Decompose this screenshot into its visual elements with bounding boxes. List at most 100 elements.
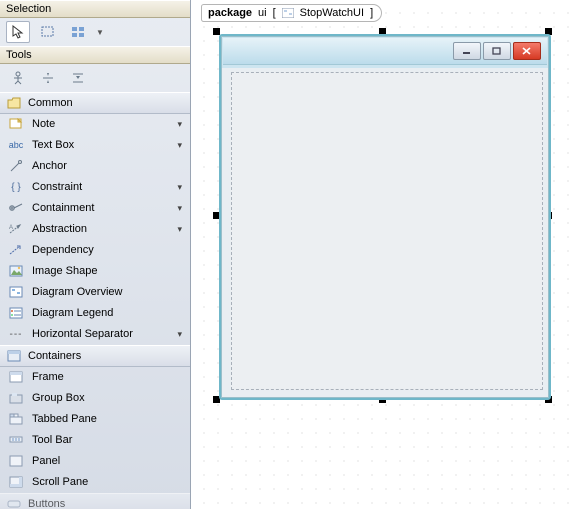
- overview-icon: [8, 285, 24, 299]
- tool-c[interactable]: [66, 67, 90, 89]
- chevron-down-icon: ▾: [177, 140, 182, 151]
- dependency-icon: [8, 243, 24, 257]
- abstraction-icon: A: [8, 222, 24, 236]
- window-controls: [453, 42, 541, 60]
- scrollpane-icon: [8, 475, 24, 489]
- category-containers-header[interactable]: Containers: [0, 345, 190, 367]
- item-label: Image Shape: [32, 265, 97, 277]
- item-abstraction[interactable]: A Abstraction ▾: [0, 219, 190, 240]
- textbox-icon: abc: [8, 138, 24, 152]
- item-groupbox[interactable]: Group Box: [0, 388, 190, 409]
- item-constraint[interactable]: { } Constraint ▾: [0, 177, 190, 198]
- frame-icon: [8, 370, 24, 384]
- constraint-icon: { }: [8, 180, 24, 194]
- minimize-button[interactable]: [453, 42, 481, 60]
- item-imageshape[interactable]: Image Shape: [0, 261, 190, 282]
- dropdown-arrow-icon[interactable]: ▼: [96, 28, 104, 37]
- item-label: Dependency: [32, 244, 94, 256]
- item-label: Group Box: [32, 392, 85, 404]
- diagram-canvas[interactable]: package ui [ StopWatchUI ]: [191, 0, 577, 509]
- anchor-icon: [8, 159, 24, 173]
- item-label: Scroll Pane: [32, 476, 88, 488]
- section-selection-label: Selection: [6, 3, 51, 15]
- category-containers-label: Containers: [28, 350, 81, 362]
- item-containment[interactable]: Containment ▾: [0, 198, 190, 219]
- panel-icon: [8, 454, 24, 468]
- image-icon: [8, 264, 24, 278]
- note-icon: [8, 117, 24, 131]
- category-buttons-label: Buttons: [28, 498, 65, 509]
- grid-select-icon: [71, 26, 85, 38]
- tool-b[interactable]: [36, 67, 60, 89]
- item-diagramlegend[interactable]: Diagram Legend: [0, 303, 190, 324]
- item-label: Frame: [32, 371, 64, 383]
- frame-client-area[interactable]: [231, 72, 543, 390]
- section-tools-header[interactable]: Tools: [0, 46, 190, 64]
- marquee-icon: [41, 26, 55, 38]
- package-keyword: package: [208, 7, 252, 19]
- chevron-down-icon: ▾: [177, 203, 182, 214]
- palette: Selection ▼ Tools: [0, 0, 191, 509]
- groupbox-icon: [8, 391, 24, 405]
- item-label: Containment: [32, 202, 94, 214]
- tool-grid-select[interactable]: [66, 21, 90, 43]
- item-hseparator[interactable]: --- Horizontal Separator ▾: [0, 324, 190, 345]
- maximize-icon: [492, 47, 502, 55]
- item-label: Abstraction: [32, 223, 87, 235]
- app-root: Selection ▼ Tools: [0, 0, 577, 509]
- item-anchor[interactable]: Anchor: [0, 156, 190, 177]
- item-label: Diagram Overview: [32, 286, 122, 298]
- item-frame[interactable]: Frame: [0, 367, 190, 388]
- buttons-icon: [6, 497, 22, 509]
- package-breadcrumb[interactable]: package ui [ StopWatchUI ]: [201, 4, 382, 22]
- item-panel[interactable]: Panel: [0, 451, 190, 472]
- containers-icon: [6, 349, 22, 363]
- category-common-header[interactable]: Common: [0, 92, 190, 114]
- cursor-icon: [12, 25, 24, 39]
- item-label: Text Box: [32, 139, 74, 151]
- common-items-list: Note ▾ abc Text Box ▾ Anchor { } Constra…: [0, 114, 190, 509]
- item-textbox[interactable]: abc Text Box ▾: [0, 135, 190, 156]
- close-button[interactable]: [513, 42, 541, 60]
- svg-text:A: A: [9, 225, 13, 231]
- toolbar-icon: [8, 433, 24, 447]
- maximize-button[interactable]: [483, 42, 511, 60]
- ui-frame-element[interactable]: [219, 34, 551, 400]
- frame-titlebar[interactable]: [223, 38, 547, 65]
- item-note[interactable]: Note ▾: [0, 114, 190, 135]
- item-label: Diagram Legend: [32, 307, 113, 319]
- chevron-down-icon: ▾: [177, 119, 182, 130]
- section-tools-label: Tools: [6, 49, 32, 61]
- section-selection-header[interactable]: Selection: [0, 0, 190, 18]
- tool-a[interactable]: [6, 67, 30, 89]
- category-common-label: Common: [28, 97, 73, 109]
- item-label: Anchor: [32, 160, 67, 172]
- item-label: Panel: [32, 455, 60, 467]
- tool-marquee[interactable]: [36, 21, 60, 43]
- selection-tool-row: ▼: [0, 18, 190, 46]
- package-path: ui: [258, 7, 267, 19]
- chevron-down-icon: ▾: [177, 182, 182, 193]
- folder-icon: [6, 96, 22, 110]
- close-icon: [522, 47, 532, 55]
- item-tabbedpane[interactable]: Tabbed Pane: [0, 409, 190, 430]
- diagram-icon: [282, 8, 294, 18]
- item-scrollpane[interactable]: Scroll Pane: [0, 472, 190, 493]
- tabbed-icon: [8, 412, 24, 426]
- item-label: Horizontal Separator: [32, 328, 133, 340]
- chevron-down-icon: ▾: [177, 329, 182, 340]
- align-icon: [41, 71, 55, 85]
- item-diagramoverview[interactable]: Diagram Overview: [0, 282, 190, 303]
- item-toolbar[interactable]: Tool Bar: [0, 430, 190, 451]
- person-icon: [11, 71, 25, 85]
- chevron-down-icon: ▾: [177, 224, 182, 235]
- tool-pointer[interactable]: [6, 21, 30, 43]
- item-label: Tabbed Pane: [32, 413, 97, 425]
- legend-icon: [8, 306, 24, 320]
- category-buttons-header[interactable]: Buttons: [0, 493, 190, 509]
- item-dependency[interactable]: Dependency: [0, 240, 190, 261]
- item-label: Note: [32, 118, 55, 130]
- package-element: StopWatchUI: [300, 7, 364, 19]
- tools-tool-row: [0, 64, 190, 92]
- containment-icon: [8, 201, 24, 215]
